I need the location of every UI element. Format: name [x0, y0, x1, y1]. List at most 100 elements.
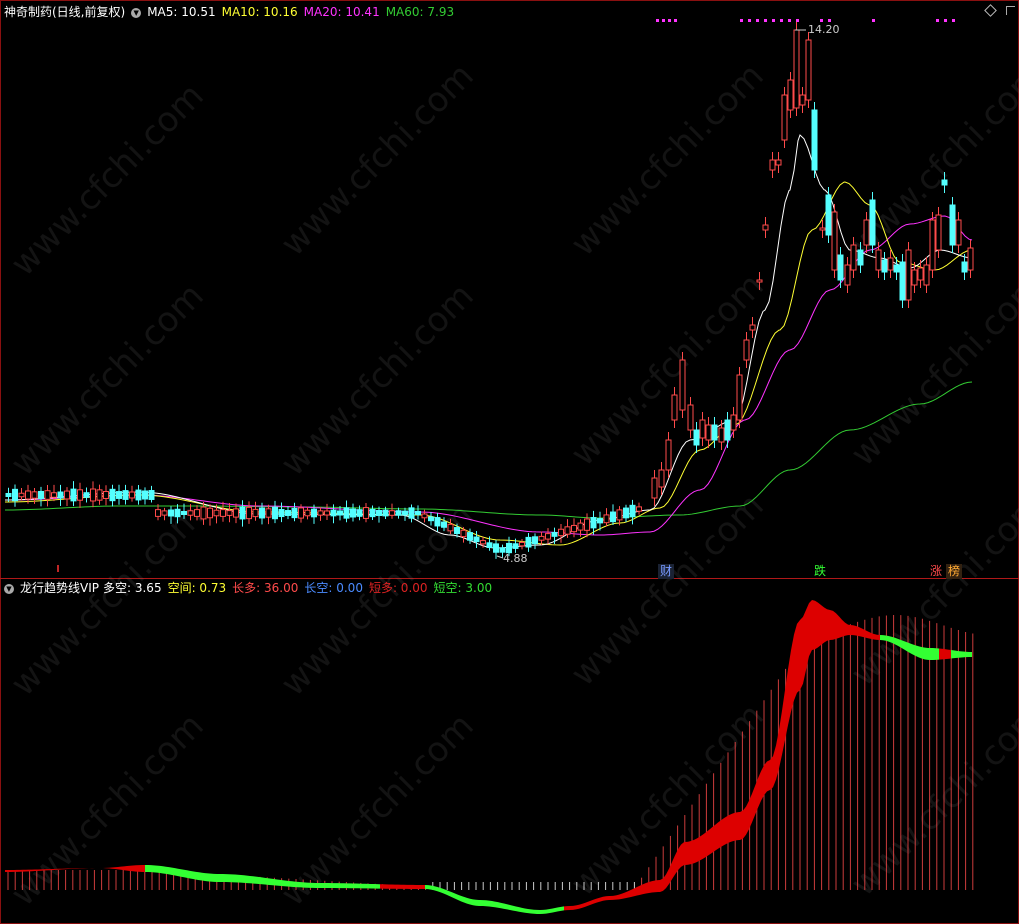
candle-body-36 [239, 506, 246, 520]
trend-band-segment-274 [815, 600, 818, 650]
trend-band-segment-239 [712, 824, 715, 853]
trend-band-segment-142 [428, 885, 431, 890]
trend-band-segment-19 [62, 868, 65, 870]
trend-band-segment-193 [579, 903, 582, 909]
trend-band-segment-276 [821, 605, 824, 645]
trend-band-segment-74 [226, 874, 229, 883]
candle-body-87 [571, 524, 577, 533]
trend-band-segment-268 [797, 620, 800, 693]
trend-band-segment-49 [151, 865, 154, 873]
trend-band-segment-149 [449, 891, 452, 898]
candle-body-53 [350, 508, 356, 518]
trend-band-segment-209 [625, 891, 628, 899]
trend-band-segment-302 [898, 638, 901, 648]
candle-body-12 [83, 492, 90, 498]
candle-body-73 [480, 540, 486, 545]
trend-band-segment-316 [939, 648, 942, 660]
candle-body-56 [369, 508, 376, 518]
trend-band-segment-96 [292, 881, 295, 888]
candle-body-44 [291, 507, 298, 519]
trend-band-segment-102 [310, 882, 313, 888]
trend-band-segment-67 [205, 873, 208, 882]
trend-band-segment-45 [139, 865, 142, 872]
candle-body-2 [18, 492, 25, 498]
trend-band-segment-154 [464, 896, 467, 904]
trend-band-segment-40 [124, 866, 127, 871]
candle-body-25 [168, 509, 174, 517]
trend-band-segment-111 [335, 883, 338, 889]
trend-band-segment-200 [600, 896, 603, 902]
event-marker-cai[interactable]: 财 [658, 564, 674, 579]
trend-band-segment-271 [806, 603, 809, 670]
trend-band-segment-312 [928, 647, 930, 660]
trend-band-segment-50 [154, 865, 157, 873]
trend-band-segment-115 [347, 883, 350, 889]
candle-body-49 [324, 510, 330, 516]
trend-band-segment-125 [377, 884, 380, 889]
trend-band-segment-11 [38, 869, 41, 871]
trend-band-segment-153 [461, 895, 464, 903]
candle-body-79 [519, 541, 525, 547]
candle-body-48 [317, 510, 324, 516]
trend-band-segment-263 [782, 690, 785, 755]
trend-band-segment-38 [118, 866, 121, 870]
trend-band-segment-9 [32, 869, 35, 872]
trend-band-segment-13 [44, 869, 47, 871]
candle-body-107 [711, 424, 718, 441]
candle-body-133 [875, 249, 882, 271]
trend-band-segment-126 [380, 884, 383, 889]
trend-band-segment-214 [640, 884, 643, 895]
trend-band-segment-254 [755, 778, 758, 815]
candle-body-26 [174, 508, 181, 518]
event-marker-die[interactable]: 跌 [812, 564, 828, 579]
candle-body-22 [148, 490, 155, 500]
candle-body-131 [863, 219, 870, 246]
candle-body-85 [558, 528, 564, 537]
trend-band-segment-223 [666, 868, 669, 889]
trend-band-segment-101 [307, 882, 310, 888]
trend-band-segment-309 [919, 646, 922, 659]
trend-band-segment-237 [706, 829, 709, 857]
trend-band-segment-179 [537, 909, 540, 914]
trend-band-segment-136 [410, 884, 413, 889]
candle-body-28 [187, 510, 194, 516]
trend-band-segment-55 [169, 867, 172, 875]
trend-band-segment-157 [473, 899, 476, 906]
signal-dot-15 [936, 19, 939, 22]
trend-band-segment-202 [606, 896, 609, 901]
candle-body-112 [743, 339, 750, 361]
trend-band-segment-297 [883, 635, 886, 641]
trend-band-segment-106 [320, 883, 323, 889]
trend-band-segment-267 [794, 623, 797, 701]
candle-body-132 [869, 199, 876, 246]
trend-band-segment-236 [703, 832, 706, 859]
trend-band-segment-247 [736, 812, 739, 841]
event-marker-bang[interactable]: 榜 [946, 564, 962, 579]
candle-body-34 [226, 510, 233, 516]
trend-band-segment-172 [516, 906, 519, 912]
candle-body-138 [905, 249, 912, 301]
trend-band-segment-54 [166, 866, 169, 875]
event-marker-zhang[interactable]: 涨 [928, 564, 944, 579]
trend-band-segment-41 [127, 865, 130, 871]
chart-canvas[interactable]: 14.20 4.88 [0, 0, 1019, 924]
trend-band-segment-292 [868, 631, 871, 639]
candle-body-0 [5, 493, 12, 497]
candle-body-94 [616, 509, 623, 521]
candle-body-125 [825, 194, 832, 236]
trend-band-segment-204 [610, 895, 613, 900]
candle-body-70 [460, 529, 467, 538]
trend-band-segment-63 [193, 871, 196, 880]
candle-body-123 [811, 109, 818, 171]
trend-band-segment-283 [842, 619, 845, 637]
candle-body-61 [402, 510, 408, 516]
trend-band-segment-315 [936, 648, 939, 660]
trend-band-segment-0 [5, 869, 8, 872]
trend-band-segment-275 [818, 602, 821, 648]
candle-body-38 [252, 508, 259, 518]
candle-body-16 [109, 488, 116, 502]
trend-band-segment-159 [479, 899, 480, 906]
trend-band-segment-105 [319, 882, 320, 888]
trend-band-segment-303 [901, 639, 904, 650]
trend-band-segment-43 [133, 865, 136, 872]
